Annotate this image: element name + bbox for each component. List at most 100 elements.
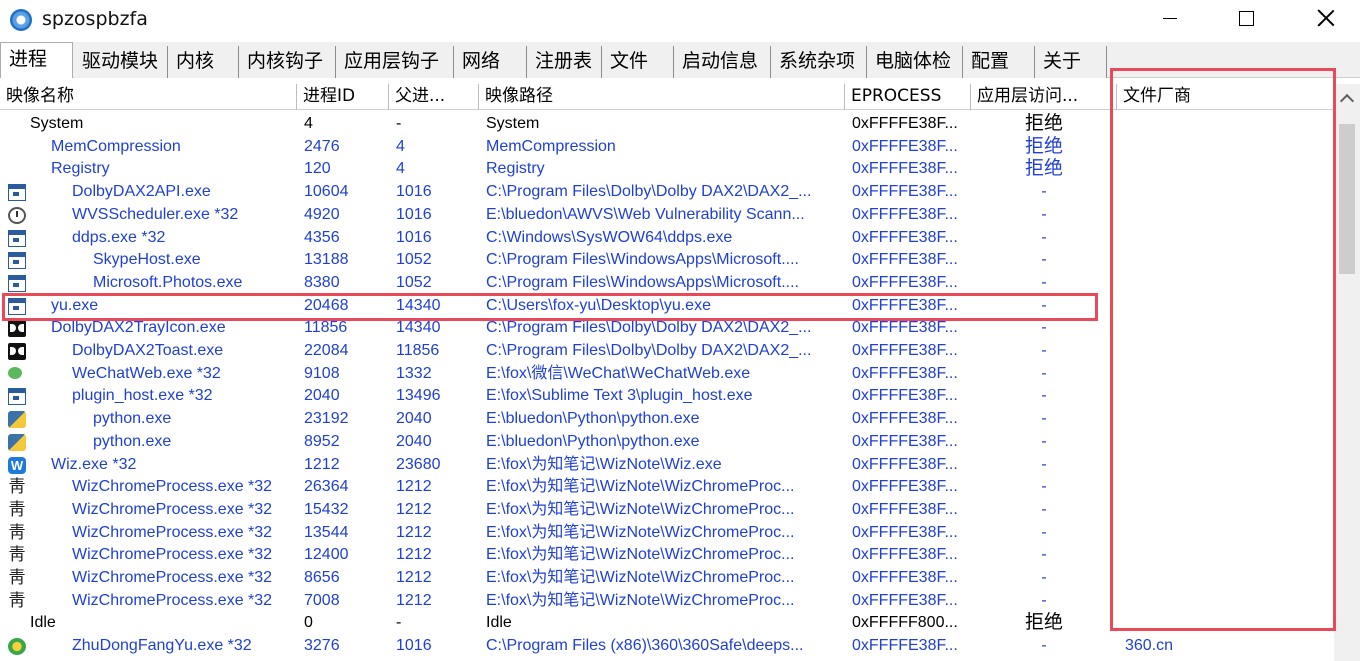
process-pid: 4920 bbox=[304, 205, 340, 223]
table-row[interactable]: WVSScheduler.exe *32 4920 1016 E:\bluedon\A… bbox=[0, 204, 1334, 227]
column-parent-pid[interactable]: 父进... bbox=[389, 84, 479, 110]
process-parent-pid: 23680 bbox=[396, 455, 441, 473]
process-file-vendor bbox=[1125, 431, 1325, 454]
process-file-vendor bbox=[1125, 272, 1325, 295]
minimize-button[interactable] bbox=[1140, 0, 1200, 36]
process-eprocess: 0xFFFFE38F... bbox=[852, 410, 958, 428]
process-app-access: - bbox=[1041, 637, 1047, 655]
tab-app-hooks[interactable]: 应用层钩子 bbox=[336, 46, 454, 78]
tab-about[interactable]: 关于 bbox=[1035, 46, 1107, 78]
table-row[interactable]: DolbyDAX2Toast.exe 22084 11856 C:\Program F… bbox=[0, 340, 1334, 363]
table-row[interactable]: ⾭ WizChromeProcess.exe *32 12400 1212 E:\fox… bbox=[0, 544, 1334, 567]
table-row[interactable]: ⾭ WizChromeProcess.exe *32 8656 1212 E:\fox\… bbox=[0, 567, 1334, 590]
tab-system-misc[interactable]: 系统杂项 bbox=[771, 46, 867, 78]
process-pid: 9108 bbox=[304, 364, 340, 382]
process-pid: 20468 bbox=[304, 296, 349, 314]
table-row[interactable]: W Wiz.exe *32 1212 23680 E:\fox\为知笔记\WizNote… bbox=[0, 454, 1334, 477]
table-row[interactable]: ddps.exe *32 4356 1016 C:\Windows\SysWOW64\… bbox=[0, 227, 1334, 250]
tab-kernel-hooks[interactable]: 内核钩子 bbox=[239, 46, 336, 78]
process-name: DolbyDAX2TrayIcon.exe bbox=[51, 319, 226, 337]
tab-registry[interactable]: 注册表 bbox=[527, 46, 602, 78]
process-eprocess: 0xFFFFE38F... bbox=[852, 432, 958, 450]
column-app-access[interactable]: 应用层访问... bbox=[971, 84, 1117, 110]
process-file-vendor bbox=[1125, 317, 1325, 340]
table-row[interactable]: MemCompression 2476 4 MemCompression 0xFFFFE… bbox=[0, 136, 1334, 159]
process-pid: 22084 bbox=[304, 342, 349, 359]
table-row[interactable]: python.exe 8952 2040 E:\bluedon\Python\pyth… bbox=[0, 431, 1334, 454]
table-row[interactable]: ⾭ WizChromeProcess.exe *32 26364 1212 E:\fox… bbox=[0, 476, 1334, 499]
process-file-vendor bbox=[1125, 181, 1325, 204]
process-image-path: E:\fox\为知笔记\WizNote\WizChromeProc... bbox=[486, 523, 795, 541]
table-row[interactable]: System 4 - System 0xFFFFE38F... 拒绝 bbox=[0, 113, 1334, 136]
scroll-up-button[interactable] bbox=[1334, 86, 1360, 110]
process-name: WizChromeProcess.exe *32 bbox=[72, 569, 273, 586]
tab-driver-modules[interactable]: 驱动模块 bbox=[74, 46, 168, 78]
table-row[interactable]: ⾭ WizChromeProcess.exe *32 13544 1212 E:\fox… bbox=[0, 522, 1334, 545]
process-pid: 0 bbox=[304, 614, 313, 632]
tab-process[interactable]: 进程 bbox=[0, 42, 73, 78]
table-row[interactable]: ZhuDongFangYu.exe *32 3276 1016 C:\Program … bbox=[0, 635, 1334, 658]
process-app-access: - bbox=[1041, 546, 1047, 564]
tab-kernel[interactable]: 内核 bbox=[168, 46, 239, 78]
tab-startup[interactable]: 启动信息 bbox=[674, 46, 771, 78]
process-parent-pid: 1016 bbox=[396, 637, 432, 655]
process-parent-pid: 1016 bbox=[396, 205, 432, 223]
process-eprocess: 0xFFFFE38F... bbox=[852, 115, 958, 132]
column-pid[interactable]: 进程ID bbox=[297, 84, 389, 110]
process-app-access: - bbox=[1041, 342, 1047, 359]
process-image-path: E:\bluedon\AWVS\Web Vulnerability Scann.… bbox=[486, 205, 805, 223]
close-icon bbox=[1317, 9, 1335, 27]
process-image-path: System bbox=[486, 115, 540, 132]
process-name: Wiz.exe *32 bbox=[51, 455, 137, 473]
process-file-vendor bbox=[1125, 136, 1325, 159]
column-image-name[interactable]: 映像名称 bbox=[0, 84, 297, 110]
maximize-button[interactable] bbox=[1216, 0, 1276, 36]
column-image-path[interactable]: 映像路径 bbox=[479, 84, 845, 110]
process-pid: 2040 bbox=[304, 387, 340, 405]
maximize-icon bbox=[1238, 10, 1254, 26]
column-file-vendor[interactable]: 文件厂商 bbox=[1117, 84, 1334, 110]
table-row[interactable]: Registry 120 4 Registry 0xFFFFE38F... 拒绝 bbox=[0, 158, 1334, 181]
process-file-vendor bbox=[1125, 522, 1325, 545]
process-app-access: - bbox=[1041, 273, 1047, 291]
process-image-path: E:\fox\为知笔记\WizNote\Wiz.exe bbox=[486, 455, 722, 473]
process-app-access: - bbox=[1041, 432, 1047, 450]
process-file-vendor: 360.cn bbox=[1125, 637, 1174, 655]
process-app-access: - bbox=[1041, 183, 1047, 201]
process-parent-pid: 1212 bbox=[396, 591, 432, 609]
process-file-vendor bbox=[1125, 340, 1325, 363]
table-row[interactable]: python.exe 23192 2040 E:\bluedon\Python\pyt… bbox=[0, 408, 1334, 431]
tab-network[interactable]: 网络 bbox=[454, 46, 527, 78]
table-row[interactable]: ⾭ WizChromeProcess.exe *32 15432 1212 E:\fox… bbox=[0, 499, 1334, 522]
process-eprocess: 0xFFFFE38F... bbox=[852, 478, 958, 496]
table-row[interactable]: SkypeHost.exe 13188 1052 C:\Program Files\W… bbox=[0, 249, 1334, 272]
table-row[interactable]: WeChatWeb.exe *32 9108 1332 E:\fox\微信\WeCha… bbox=[0, 363, 1334, 386]
process-image-path: C:\Users\fox-yu\Desktop\yu.exe bbox=[486, 296, 711, 314]
tab-pc-check[interactable]: 电脑体检 bbox=[867, 46, 963, 78]
table-row[interactable]: plugin_host.exe *32 2040 13496 E:\fox\Subli… bbox=[0, 385, 1334, 408]
scroll-thumb[interactable] bbox=[1339, 124, 1355, 274]
tab-config[interactable]: 配置 bbox=[963, 46, 1035, 78]
process-parent-pid: 13496 bbox=[396, 387, 441, 405]
vertical-scrollbar[interactable] bbox=[1334, 84, 1360, 661]
table-row[interactable]: DolbyDAX2TrayIcon.exe 11856 14340 C:\Progra… bbox=[0, 317, 1334, 340]
process-image-path: E:\fox\为知笔记\WizNote\WizChromeProc... bbox=[486, 500, 795, 518]
table-row[interactable]: Microsoft.Photos.exe 8380 1052 C:\Program F… bbox=[0, 272, 1334, 295]
column-eprocess[interactable]: EPROCESS bbox=[845, 84, 971, 110]
tab-files[interactable]: 文件 bbox=[602, 46, 674, 78]
close-button[interactable] bbox=[1296, 0, 1356, 36]
process-file-vendor bbox=[1125, 454, 1325, 477]
process-pid: 15432 bbox=[304, 500, 349, 518]
chevron-up-icon bbox=[1339, 93, 1355, 109]
process-parent-pid: 1016 bbox=[396, 183, 432, 201]
table-row[interactable]: DolbyDAX2API.exe 10604 1016 C:\Program File… bbox=[0, 181, 1334, 204]
process-eprocess: 0xFFFFE38F... bbox=[852, 523, 958, 541]
process-app-access: - bbox=[1041, 251, 1047, 269]
table-row[interactable]: yu.exe 20468 14340 C:\Users\fox-yu\Desktop\… bbox=[0, 295, 1334, 318]
process-app-access: - bbox=[1041, 228, 1047, 246]
table-row[interactable]: ⾭ WizChromeProcess.exe *32 7008 1212 E:\fox\… bbox=[0, 590, 1334, 613]
process-file-vendor bbox=[1125, 567, 1325, 590]
table-row[interactable]: Idle 0 - Idle 0xFFFFF800... 拒绝 bbox=[0, 612, 1334, 635]
process-file-vendor bbox=[1125, 249, 1325, 272]
process-image-path: C:\Program Files\Dolby\Dolby DAX2\DAX2_.… bbox=[486, 319, 812, 337]
